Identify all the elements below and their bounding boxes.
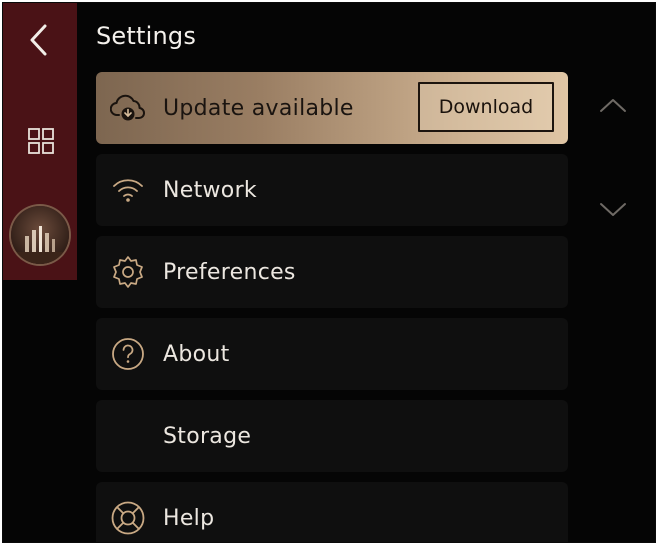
wifi-icon [110, 172, 146, 208]
download-button[interactable]: Download [418, 82, 554, 132]
apps-button[interactable] [21, 121, 61, 161]
settings-item-storage[interactable]: Storage [96, 400, 568, 472]
update-available-label: Update available [163, 95, 354, 121]
settings-item-label: About [163, 341, 230, 367]
back-button[interactable] [17, 18, 61, 62]
chevron-left-icon [30, 24, 47, 56]
gear-icon [110, 254, 146, 290]
settings-screen: Settings Update available Download Netwo… [2, 2, 656, 543]
chevron-up-icon [600, 99, 626, 112]
settings-item-label: Network [163, 177, 257, 203]
update-available-row[interactable]: Update available Download [96, 72, 568, 144]
settings-item-about[interactable]: About [96, 318, 568, 390]
scroll-up-button[interactable] [595, 91, 631, 119]
avatar-image [11, 206, 69, 264]
settings-item-preferences[interactable]: Preferences [96, 236, 568, 308]
settings-item-network[interactable]: Network [96, 154, 568, 226]
scroll-down-button[interactable] [595, 196, 631, 224]
grid-icon [28, 128, 54, 154]
settings-item-label: Preferences [163, 259, 296, 285]
chevron-down-icon [600, 203, 626, 216]
settings-item-help[interactable]: Help [96, 482, 568, 542]
cloud-download-icon [110, 90, 146, 126]
avatar[interactable] [11, 206, 69, 264]
settings-item-label: Help [163, 505, 215, 531]
page-title: Settings [96, 22, 197, 50]
lifebuoy-icon [110, 500, 146, 536]
question-circle-icon [110, 336, 146, 372]
side-rail [3, 3, 77, 280]
settings-item-label: Storage [163, 423, 252, 449]
